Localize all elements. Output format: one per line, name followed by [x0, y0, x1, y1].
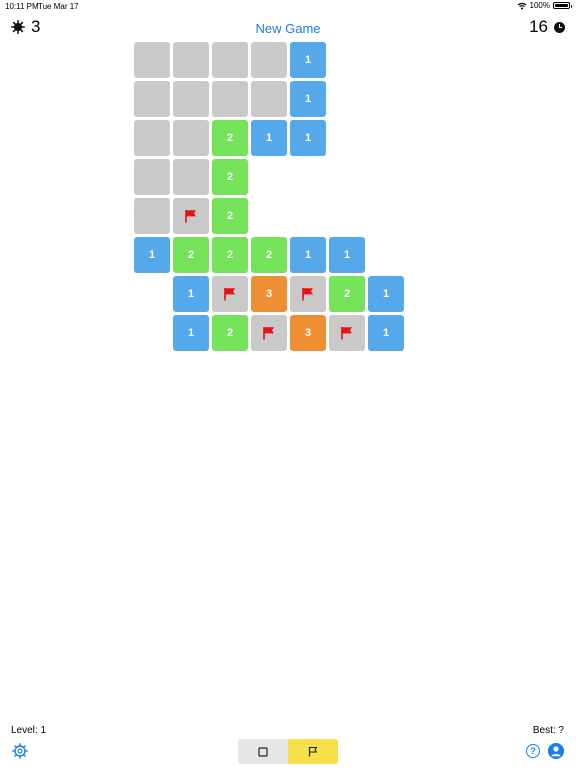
flagged-cell[interactable]	[329, 315, 365, 351]
flagged-cell[interactable]	[212, 276, 248, 312]
revealed-cell[interactable]: 1	[251, 120, 287, 156]
wifi-icon	[517, 2, 526, 9]
hidden-cell[interactable]	[173, 120, 209, 156]
revealed-cell[interactable]: 2	[212, 159, 248, 195]
cell-number: 2	[226, 171, 234, 183]
hidden-cell[interactable]	[134, 120, 170, 156]
cell-number: 1	[187, 288, 195, 300]
timer: 16	[529, 17, 565, 37]
flag-icon	[341, 327, 352, 340]
revealed-cell[interactable]: 1	[290, 42, 326, 78]
status-time: 10:11 PM	[5, 2, 39, 11]
gear-icon[interactable]	[12, 743, 28, 759]
cell-number: 1	[304, 54, 312, 66]
revealed-cell[interactable]: 3	[290, 315, 326, 351]
hidden-cell[interactable]	[212, 81, 248, 117]
cell-number: 2	[265, 249, 273, 261]
flag-mode-button[interactable]	[288, 739, 338, 764]
mode-toggle	[238, 739, 338, 764]
hidden-cell[interactable]	[173, 81, 209, 117]
flagged-cell[interactable]	[290, 276, 326, 312]
revealed-cell[interactable]: 2	[251, 237, 287, 273]
revealed-cell[interactable]: 1	[368, 276, 404, 312]
revealed-cell[interactable]: 1	[290, 237, 326, 273]
flagged-cell[interactable]	[251, 315, 287, 351]
new-game-wrapper: New Game	[0, 20, 576, 38]
level-label: Level: 1	[11, 725, 47, 736]
cell-number: 1	[187, 327, 195, 339]
flag-icon	[263, 327, 274, 340]
cell-number: 1	[304, 93, 312, 105]
revealed-cell[interactable]: 1	[368, 315, 404, 351]
revealed-cell[interactable]: 1	[134, 237, 170, 273]
status-bar: 10:11 PM Tue Mar 17 100%	[0, 0, 576, 12]
hidden-cell[interactable]	[134, 42, 170, 78]
hidden-cell[interactable]	[134, 198, 170, 234]
cell-number: 1	[382, 327, 390, 339]
hidden-cell[interactable]	[173, 42, 209, 78]
status-date: Tue Mar 17	[38, 2, 79, 11]
timer-value: 16	[529, 17, 548, 36]
person-icon[interactable]	[548, 743, 564, 759]
new-game-button[interactable]: New Game	[255, 21, 320, 36]
revealed-cell[interactable]: 2	[329, 276, 365, 312]
revealed-cell[interactable]: 1	[173, 315, 209, 351]
revealed-cell[interactable]: 2	[212, 120, 248, 156]
revealed-cell[interactable]: 2	[212, 315, 248, 351]
revealed-cell[interactable]: 1	[290, 81, 326, 117]
cell-number: 2	[226, 327, 234, 339]
flag-icon	[185, 210, 196, 223]
cell-number: 1	[304, 132, 312, 144]
cell-number: 2	[226, 132, 234, 144]
cell-number: 2	[226, 210, 234, 222]
status-right: 100%	[517, 1, 572, 10]
cell-number: 1	[382, 288, 390, 300]
battery-percent: 100%	[529, 1, 550, 10]
hidden-cell[interactable]	[134, 81, 170, 117]
cell-number: 2	[226, 249, 234, 261]
flag-icon	[224, 288, 235, 301]
hidden-cell[interactable]	[251, 42, 287, 78]
cell-number: 2	[343, 288, 351, 300]
cell-number: 1	[148, 249, 156, 261]
clock-icon	[554, 21, 565, 33]
top-bar: 3 New Game 16	[0, 14, 576, 42]
cell-number: 1	[343, 249, 351, 261]
flag-icon	[302, 288, 313, 301]
battery-icon	[553, 2, 572, 9]
revealed-cell[interactable]: 2	[212, 237, 248, 273]
cell-number: 2	[187, 249, 195, 261]
hidden-cell[interactable]	[212, 42, 248, 78]
cell-number: 3	[304, 327, 312, 339]
cell-number: 3	[265, 288, 273, 300]
best-label: Best: ?	[532, 725, 564, 736]
flag-icon	[308, 746, 318, 757]
question-icon[interactable]: ?	[526, 744, 540, 758]
revealed-cell[interactable]: 1	[173, 276, 209, 312]
revealed-cell[interactable]: 2	[212, 198, 248, 234]
square-icon	[258, 746, 268, 757]
reveal-mode-button[interactable]	[238, 739, 288, 764]
cell-number: 1	[265, 132, 273, 144]
flagged-cell[interactable]	[173, 198, 209, 234]
revealed-cell[interactable]: 1	[329, 237, 365, 273]
cell-number: 1	[304, 249, 312, 261]
revealed-cell[interactable]: 3	[251, 276, 287, 312]
revealed-cell[interactable]: 2	[173, 237, 209, 273]
hidden-cell[interactable]	[251, 81, 287, 117]
revealed-cell[interactable]: 1	[290, 120, 326, 156]
hidden-cell[interactable]	[134, 159, 170, 195]
hidden-cell[interactable]	[173, 159, 209, 195]
